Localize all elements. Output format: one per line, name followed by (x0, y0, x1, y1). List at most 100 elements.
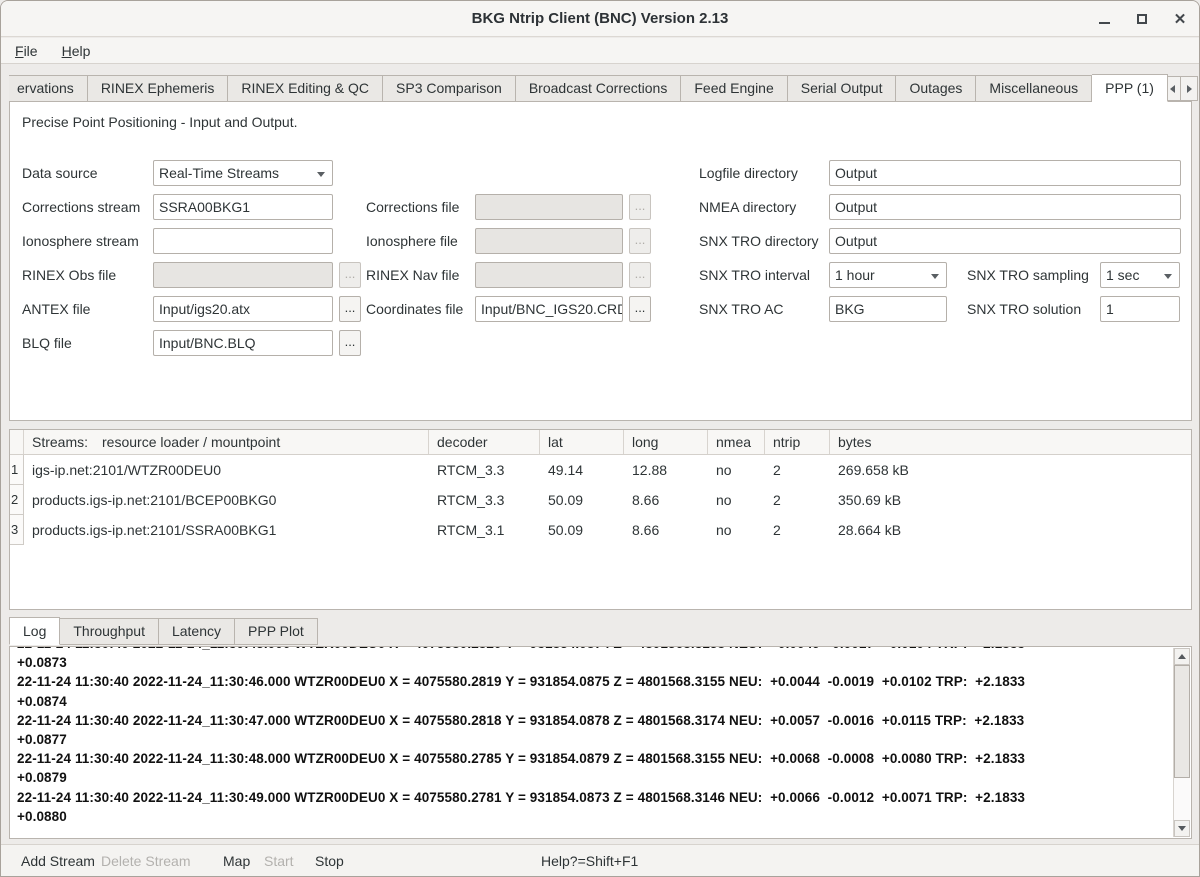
antex-file-field[interactable]: Input/igs20.atx (153, 296, 333, 322)
mountpoint-header: Streams: resource loader / mountpoint (24, 430, 429, 454)
table-row[interactable]: 2 products.igs-ip.net:2101/BCEP00BKG0 RT… (10, 485, 1191, 515)
snx-tro-ac-label: SNX TRO AC (699, 296, 784, 322)
blq-file-label: BLQ file (22, 330, 72, 356)
nmea-directory-label: NMEA directory (699, 194, 796, 220)
row-number: 1 (10, 455, 24, 485)
row-number-header (10, 430, 24, 454)
logfile-directory-label: Logfile directory (699, 160, 798, 186)
mountpoint-cell: igs-ip.net:2101/WTZR00DEU0 (24, 455, 429, 485)
bytes-cell: 28.664 kB (830, 515, 1191, 545)
mountpoint-label: resource loader / mountpoint (102, 434, 280, 450)
decoder-cell: RTCM_3.3 (429, 455, 540, 485)
close-button[interactable]: ✕ (1167, 6, 1193, 32)
lat-cell: 49.14 (540, 455, 624, 485)
blq-file-field[interactable]: Input/BNC.BLQ (153, 330, 333, 356)
tab-observations[interactable]: ervations (9, 75, 88, 102)
scroll-down-button[interactable] (1174, 820, 1190, 837)
nmea-cell: no (708, 455, 765, 485)
tab-broadcast-corrections[interactable]: Broadcast Corrections (516, 75, 682, 102)
stop-button[interactable]: Stop (315, 845, 344, 877)
main-tabbar: ervations RINEX Ephemeris RINEX Editing … (9, 75, 1168, 102)
snx-tro-solution-field[interactable]: 1 (1100, 296, 1180, 322)
snx-tro-interval-select[interactable]: 1 hour (829, 262, 947, 288)
long-cell: 8.66 (624, 485, 708, 515)
map-button[interactable]: Map (223, 845, 250, 877)
tab-scrollers (1164, 76, 1198, 101)
ionosphere-file-field (475, 228, 623, 254)
titlebar: BKG Ntrip Client (BNC) Version 2.13 ✕ (1, 1, 1199, 37)
tab-feed-engine[interactable]: Feed Engine (681, 75, 787, 102)
log-line-wrap: +0.0877 (17, 730, 1171, 749)
tab-serial-output[interactable]: Serial Output (788, 75, 897, 102)
menubar: File Help (1, 38, 1199, 64)
coordinates-file-browse-button[interactable]: ... (629, 296, 651, 322)
close-icon: ✕ (1174, 12, 1187, 27)
lat-cell: 50.09 (540, 515, 624, 545)
menu-file-accel: F (15, 43, 24, 59)
streams-label: Streams: (32, 434, 88, 450)
chevron-down-icon (931, 274, 939, 279)
bottom-tabbar: Log Throughput Latency PPP Plot (9, 618, 318, 646)
minimize-button[interactable] (1091, 6, 1117, 32)
ionosphere-stream-field[interactable] (153, 228, 333, 254)
snx-tro-directory-field[interactable]: Output (829, 228, 1181, 254)
data-source-value: Real-Time Streams (159, 165, 279, 181)
snx-tro-interval-value: 1 hour (835, 267, 875, 283)
corrections-stream-field[interactable]: SSRA00BKG1 (153, 194, 333, 220)
window-title: BKG Ntrip Client (BNC) Version 2.13 (1, 1, 1199, 37)
menu-file[interactable]: File (13, 41, 40, 61)
bytes-cell: 350.69 kB (830, 485, 1191, 515)
snx-tro-ac-field[interactable]: BKG (829, 296, 947, 322)
ntrip-cell: 2 (765, 485, 830, 515)
ntrip-header: ntrip (765, 430, 830, 454)
table-row[interactable]: 1 igs-ip.net:2101/WTZR00DEU0 RTCM_3.3 49… (10, 455, 1191, 485)
tab-rinex-ephemeris[interactable]: RINEX Ephemeris (88, 75, 229, 102)
log-panel[interactable]: 22-11-24 11:30:40 2022-11-24_11:30:45.00… (9, 646, 1192, 839)
menu-file-rest: ile (24, 43, 38, 59)
tab-outages[interactable]: Outages (896, 75, 976, 102)
scroll-up-button[interactable] (1174, 648, 1190, 665)
tab-throughput[interactable]: Throughput (60, 618, 159, 645)
coordinates-file-field[interactable]: Input/BNC_IGS20.CRD (475, 296, 623, 322)
corrections-file-browse-button: ... (629, 194, 651, 220)
log-line-wrap: +0.0879 (17, 768, 1171, 787)
corrections-file-field (475, 194, 623, 220)
bytes-header: bytes (830, 430, 1191, 454)
tab-log[interactable]: Log (9, 617, 60, 645)
decoder-cell: RTCM_3.3 (429, 485, 540, 515)
ntrip-cell: 2 (765, 515, 830, 545)
chevron-left-icon (1170, 85, 1175, 93)
data-source-select[interactable]: Real-Time Streams (153, 160, 333, 186)
add-stream-button[interactable]: Add Stream (21, 845, 95, 877)
scrollbar-thumb[interactable] (1174, 665, 1190, 778)
lat-header: lat (540, 430, 624, 454)
tab-ppp-plot[interactable]: PPP Plot (235, 618, 318, 645)
minimize-icon (1099, 22, 1110, 24)
nmea-directory-field[interactable]: Output (829, 194, 1181, 220)
maximize-icon (1137, 14, 1147, 24)
tab-latency[interactable]: Latency (159, 618, 235, 645)
tab-ppp[interactable]: PPP (1) (1092, 74, 1168, 102)
table-row[interactable]: 3 products.igs-ip.net:2101/SSRA00BKG1 RT… (10, 515, 1191, 545)
mountpoint-cell: products.igs-ip.net:2101/SSRA00BKG1 (24, 515, 429, 545)
log-line: 22-11-24 11:30:40 2022-11-24_11:30:46.00… (17, 672, 1171, 691)
snx-tro-interval-label: SNX TRO interval (699, 262, 810, 288)
ionosphere-file-browse-button: ... (629, 228, 651, 254)
window-controls: ✕ (1091, 1, 1193, 37)
maximize-button[interactable] (1129, 6, 1155, 32)
log-line-wrap: +0.0880 (17, 807, 1171, 826)
menu-help[interactable]: Help (60, 41, 93, 61)
menu-help-rest: elp (72, 43, 91, 59)
tab-rinex-editing-qc[interactable]: RINEX Editing & QC (228, 75, 383, 102)
tab-miscellaneous[interactable]: Miscellaneous (976, 75, 1092, 102)
blq-file-browse-button[interactable]: ... (339, 330, 361, 356)
nmea-cell: no (708, 515, 765, 545)
snx-tro-sampling-select[interactable]: 1 sec (1100, 262, 1180, 288)
menu-help-accel: H (62, 43, 72, 59)
logfile-directory-field[interactable]: Output (829, 160, 1181, 186)
tab-sp3-comparison[interactable]: SP3 Comparison (383, 75, 516, 102)
ionosphere-file-label: Ionosphere file (366, 228, 458, 254)
log-scrollbar[interactable] (1173, 648, 1190, 837)
tab-scroll-right-button[interactable] (1181, 76, 1198, 101)
antex-file-browse-button[interactable]: ... (339, 296, 361, 322)
